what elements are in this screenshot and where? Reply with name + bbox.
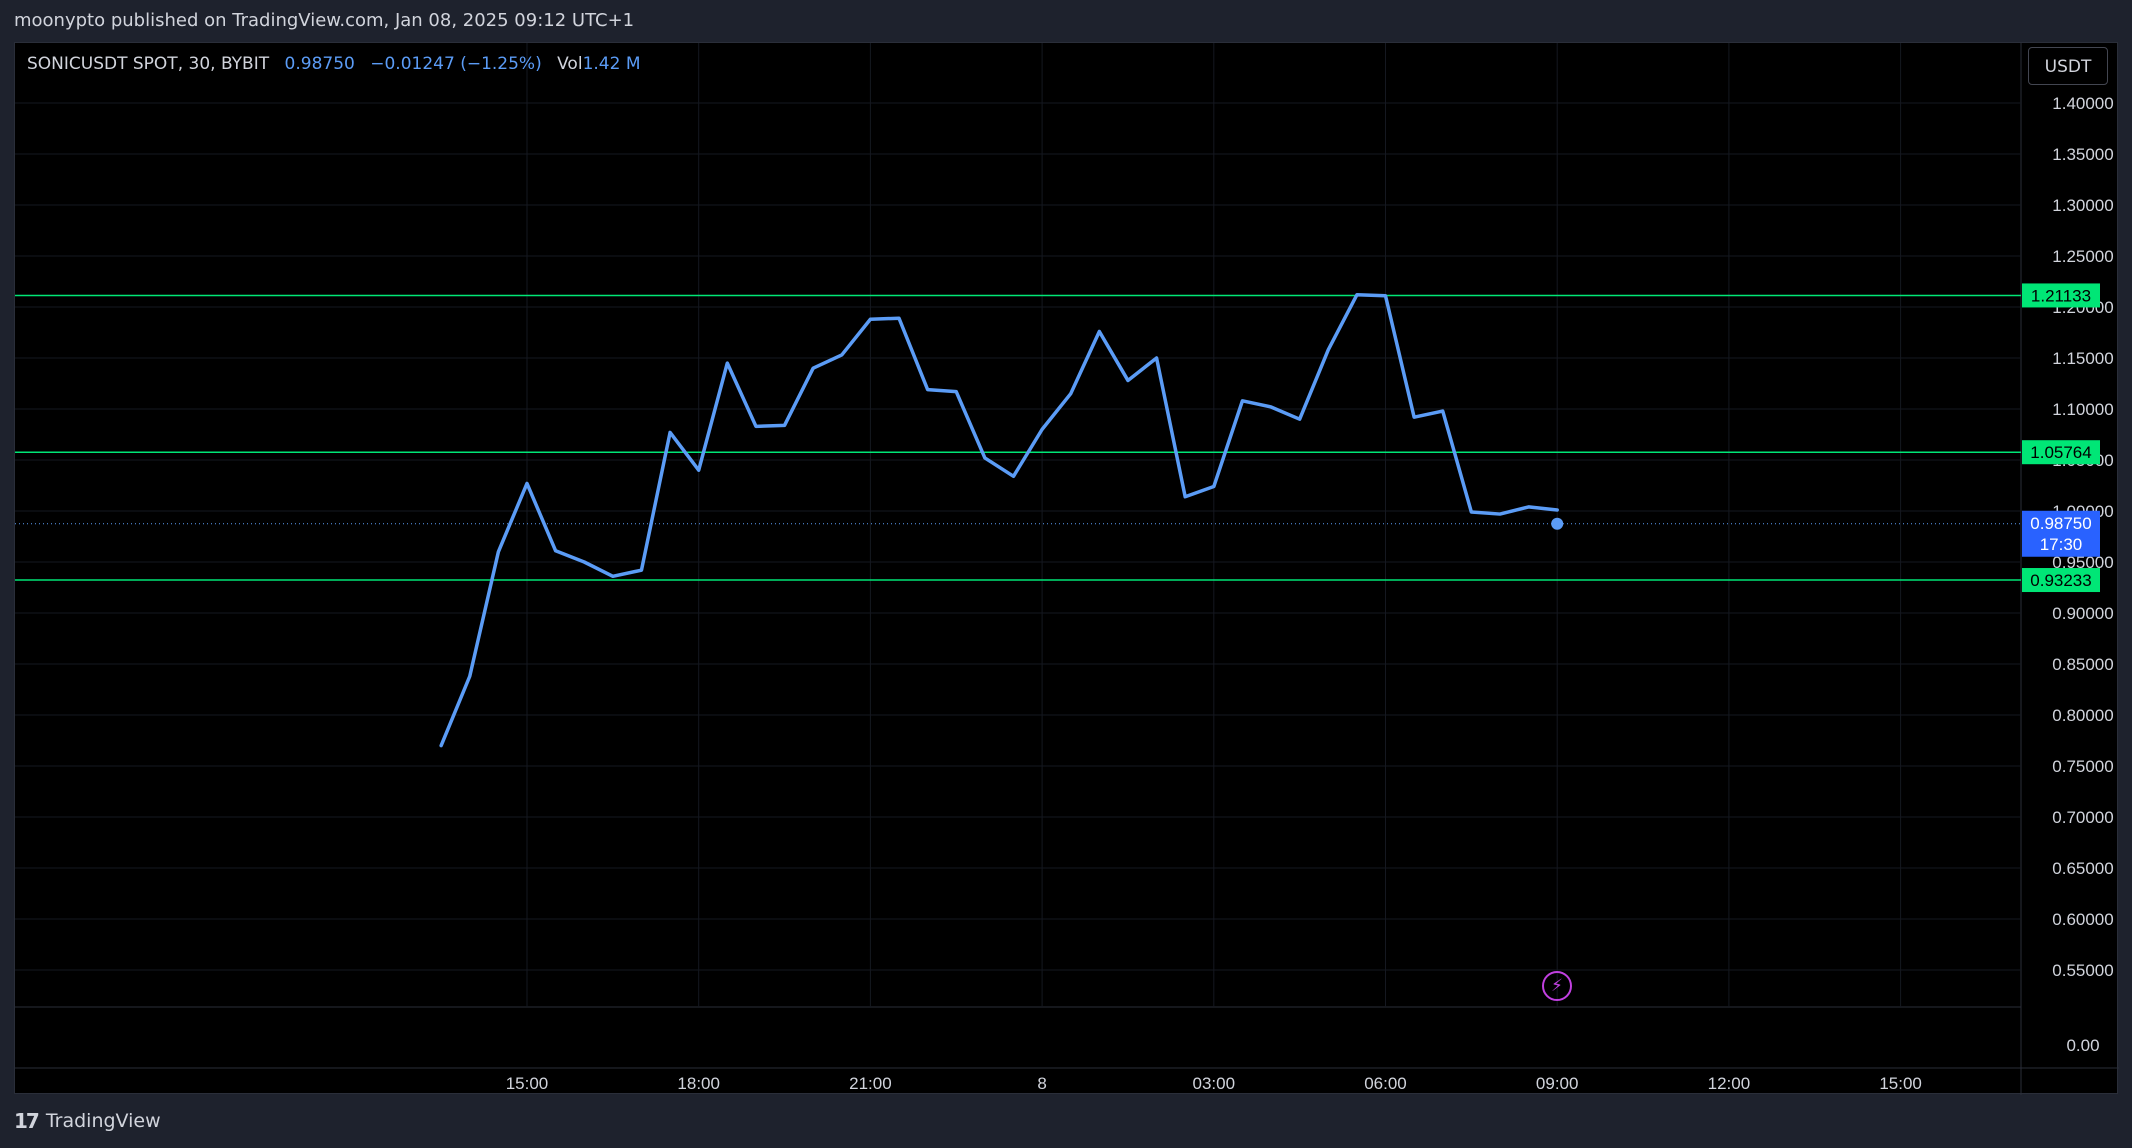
level-price-label: 0.93233 <box>2030 571 2091 590</box>
y-tick-label: 0.00 <box>2066 1036 2099 1055</box>
tradingview-logo-icon: 17 <box>14 1109 40 1133</box>
price-change-value: −0.01247 (−1.25%) <box>370 54 542 74</box>
y-tick-label: 0.60000 <box>2052 910 2113 929</box>
y-tick-label: 1.35000 <box>2052 145 2113 164</box>
price-series-line[interactable] <box>439 293 1559 748</box>
x-tick-label: 12:00 <box>1708 1074 1751 1093</box>
x-tick-label: 15:00 <box>506 1074 549 1093</box>
x-tick-label: 09:00 <box>1536 1074 1579 1093</box>
symbol-legend: SONICUSDT SPOT, 30, BYBIT 0.98750 −0.012… <box>27 54 651 74</box>
volume-label: Vol <box>557 54 583 74</box>
x-tick-label: 15:00 <box>1879 1074 1922 1093</box>
y-tick-label: 1.30000 <box>2052 196 2113 215</box>
y-tick-label: 0.70000 <box>2052 808 2113 827</box>
level-price-label: 1.05764 <box>2030 443 2091 462</box>
x-tick-label: 06:00 <box>1364 1074 1407 1093</box>
tradingview-logo[interactable]: 17 TradingView <box>14 1109 161 1133</box>
lightning-icon[interactable]: ⚡ <box>1542 971 1572 1001</box>
currency-button[interactable]: USDT <box>2028 47 2108 85</box>
last-price-value: 0.98750 <box>284 54 355 74</box>
x-tick-label: 8 <box>1037 1074 1046 1093</box>
y-tick-label: 1.25000 <box>2052 247 2113 266</box>
y-tick-label: 1.40000 <box>2052 94 2113 113</box>
chart-pane[interactable]: 1.40000 1.35000 1.30000 1.25000 1.20000 1.150… <box>14 42 2119 1095</box>
y-tick-label: 1.10000 <box>2052 400 2113 419</box>
x-tick-label: 18:00 <box>677 1074 720 1093</box>
level-price-label: 1.21133 <box>2031 286 2091 305</box>
x-tick-label: 03:00 <box>1193 1074 1236 1093</box>
published-by-text: moonypto published on TradingView.com, J… <box>14 10 635 31</box>
bar-countdown: 17:30 <box>2040 535 2083 554</box>
y-tick-label: 0.80000 <box>2052 706 2113 725</box>
symbol-label[interactable]: SONICUSDT SPOT, 30, BYBIT <box>27 54 269 74</box>
brand-label: TradingView <box>45 1110 161 1132</box>
price-chart[interactable]: 1.400001.350001.300001.250001.200001.150… <box>15 43 2119 1095</box>
y-tick-label: 0.65000 <box>2052 859 2113 878</box>
last-price-dot <box>1551 517 1564 530</box>
y-tick-label: 0.90000 <box>2052 604 2113 623</box>
volume-value: 1.42 M <box>582 54 641 74</box>
y-tick-label: 0.75000 <box>2052 757 2113 776</box>
last-price-tag-value: 0.98750 <box>2030 514 2091 533</box>
x-tick-label: 21:00 <box>849 1074 892 1093</box>
y-tick-label: 0.85000 <box>2052 655 2113 674</box>
y-tick-label: 1.15000 <box>2052 349 2113 368</box>
y-tick-label: 0.55000 <box>2052 961 2113 980</box>
